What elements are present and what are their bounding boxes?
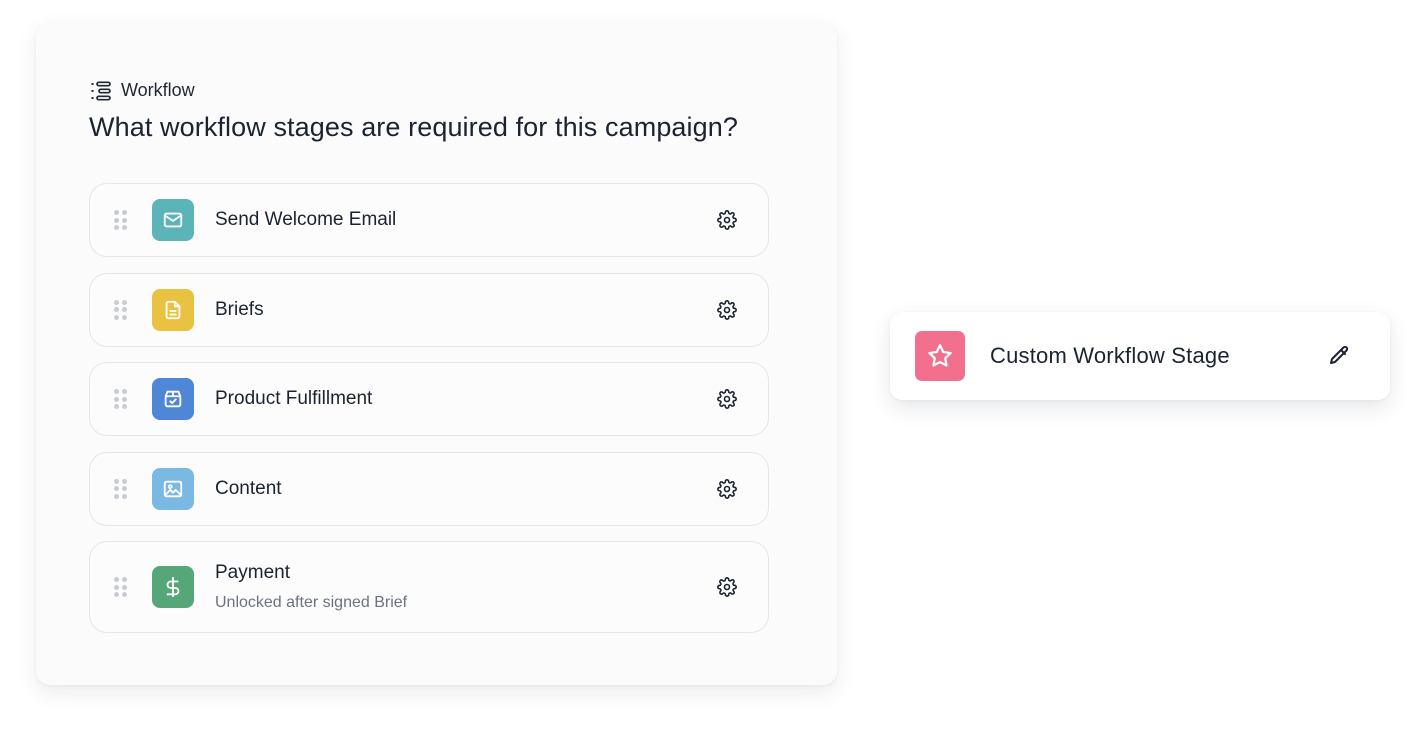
stage-label: Content [215,477,282,499]
stage-label: Payment [215,562,290,583]
custom-stage-label: Custom Workflow Stage [990,343,1230,368]
stage-item-product-fulfillment[interactable]: Product Fulfillment [89,362,769,436]
stage-item-send-welcome-email[interactable]: Send Welcome Email [89,183,769,257]
stage-item-content[interactable]: Content [89,451,769,526]
drag-handle-icon[interactable] [114,577,128,597]
section-label: Workflow [121,80,195,100]
stage-sublabel: Unlocked after signed Brief [215,594,408,611]
stage-item-briefs[interactable]: Briefs [89,272,769,347]
stage-label: Product Fulfillment [215,388,373,409]
drag-handle-icon[interactable] [114,210,128,230]
drag-handle-icon[interactable] [114,299,128,320]
stage-label: Send Welcome Email [215,209,397,230]
star-icon [915,331,965,381]
gear-icon[interactable] [716,478,738,500]
gear-icon[interactable] [716,576,738,598]
drag-handle-icon[interactable] [114,389,128,409]
image-icon [152,467,194,510]
stage-label: Briefs [215,298,264,320]
package-check-icon [152,378,194,420]
gear-icon[interactable] [716,388,738,410]
section-eyebrow: Workflow [90,80,195,101]
page-title: What workflow stages are required for th… [89,112,738,142]
mail-icon [152,199,194,241]
document-icon [152,288,194,331]
custom-stage-card[interactable]: Custom Workflow Stage [890,312,1390,400]
gear-icon[interactable] [716,209,738,231]
dollar-icon [152,566,194,608]
pencil-icon[interactable] [1326,343,1352,369]
drag-handle-icon[interactable] [114,478,128,499]
stage-text: Payment Unlocked after signed Brief [215,562,407,612]
stage-list: Send Welcome Email Briefs Product Fulfil… [89,183,769,649]
workflow-list-icon [90,80,112,101]
stage-item-payment[interactable]: Payment Unlocked after signed Brief [89,541,769,633]
workflow-panel: Workflow What workflow stages are requir… [36,22,837,685]
gear-icon[interactable] [716,299,738,321]
